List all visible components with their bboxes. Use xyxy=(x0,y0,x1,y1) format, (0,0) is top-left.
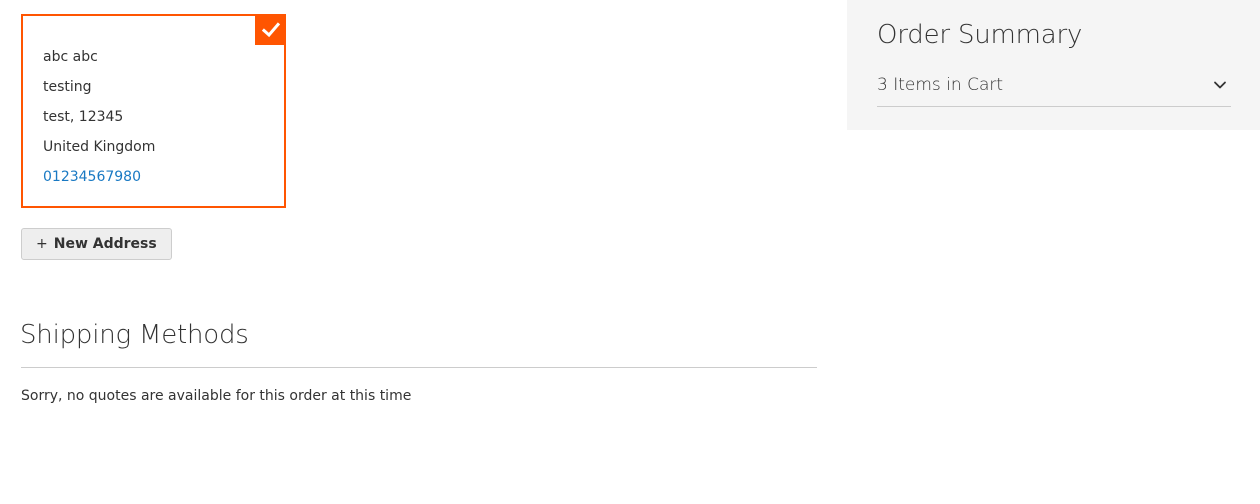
new-address-label: New Address xyxy=(53,236,157,252)
shipping-methods-divider xyxy=(21,367,817,368)
items-in-cart-count: 3 Items in Cart xyxy=(877,75,1004,95)
order-summary-sidebar: Order Summary 3 Items in Cart xyxy=(847,0,1260,130)
address-street: testing xyxy=(43,79,92,95)
address-name: abc abc xyxy=(43,49,98,65)
address-phone-link[interactable]: 01234567980 xyxy=(43,162,155,192)
shipping-methods-title: Shipping Methods xyxy=(20,320,249,350)
plus-icon: + xyxy=(36,236,48,252)
order-summary-title: Order Summary xyxy=(877,20,1083,50)
items-in-cart-toggle[interactable]: 3 Items in Cart xyxy=(877,70,1231,107)
new-address-button[interactable]: + New Address xyxy=(21,228,172,260)
checkout-shipping-page: abc abc testing test, 12345 United Kingd… xyxy=(0,0,1260,504)
no-shipping-quotes-message: Sorry, no quotes are available for this … xyxy=(21,388,412,404)
checkmark-icon xyxy=(255,14,286,45)
address-country: United Kingdom xyxy=(43,139,156,155)
selected-shipping-address-card[interactable]: abc abc testing test, 12345 United Kingd… xyxy=(21,14,286,208)
address-city-postcode: test, 12345 xyxy=(43,109,124,125)
address-details: abc abc testing test, 12345 United Kingd… xyxy=(43,42,155,192)
chevron-down-icon xyxy=(1214,81,1226,89)
